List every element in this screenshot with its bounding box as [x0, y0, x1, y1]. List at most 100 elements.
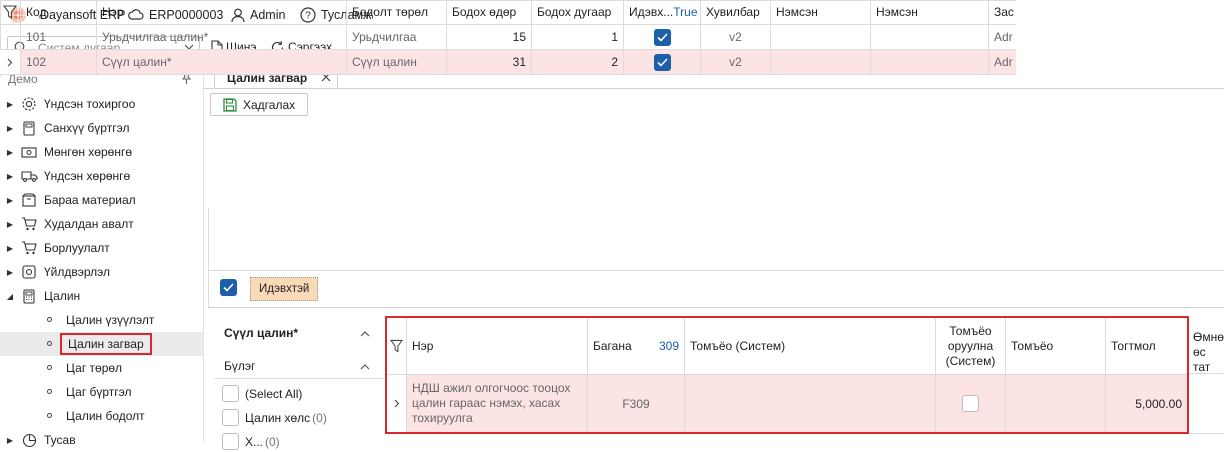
column-header-name[interactable]: Нэр: [97, 0, 347, 24]
expand-icon[interactable]: ▶: [0, 244, 20, 253]
cell-calc-type[interactable]: Урьдчилгаа: [347, 25, 447, 49]
cell-added-2[interactable]: [871, 25, 989, 49]
cell-calc-day[interactable]: 31: [447, 50, 532, 74]
column-header-calc-type[interactable]: Бодолт төрөл: [347, 0, 447, 24]
header-label: Томъёо оруулна (Систем): [945, 323, 996, 368]
sidebar-item-inventory[interactable]: ▶ Бараа материал: [0, 188, 203, 212]
column-header-formula[interactable]: Томъёо: [1006, 318, 1106, 374]
table-row-selected[interactable]: 102 Сүүл цалин* Сүүл цалин 31 2 v2 Adr: [0, 50, 1016, 75]
table-row-selected[interactable]: НДШ ажил олгогчоос тооцох цалин гараас н…: [387, 375, 1187, 432]
sidebar-item-label: Үндсэн тохиргоо: [44, 97, 136, 111]
option-select-all[interactable]: (Select All): [222, 385, 302, 402]
sidebar-item-reports[interactable]: ▶ Тусав: [0, 428, 203, 452]
checkbox[interactable]: [222, 409, 239, 426]
chevron-up-icon[interactable]: [360, 330, 370, 337]
sidebar-item-payroll[interactable]: ◢ Цалин: [0, 284, 203, 308]
column-header-formula-system[interactable]: Томъёо (Систем): [685, 318, 936, 374]
cell-version[interactable]: v2: [701, 25, 771, 49]
cell-column[interactable]: F309: [588, 375, 685, 432]
cell-calc-type[interactable]: Сүүл цалин: [347, 50, 447, 74]
expand-icon[interactable]: ▶: [0, 148, 20, 157]
save-button[interactable]: Хадгалах: [210, 93, 308, 116]
table-row[interactable]: 101 Урьдчилгаа цалин* Урьдчилгаа 15 1 v2…: [0, 25, 1016, 50]
cell-added-1[interactable]: [771, 50, 871, 74]
column-header-calc-no[interactable]: Бодох дугаар: [532, 0, 624, 24]
expand-icon[interactable]: ▶: [0, 100, 20, 109]
column-header-name[interactable]: Нэр: [407, 318, 588, 374]
cell-name[interactable]: НДШ ажил олгогчоос тооцох цалин гараас н…: [407, 375, 588, 432]
sidebar-item-settings[interactable]: ▶ Үндсэн тохиргоо: [0, 92, 203, 116]
checkbox-checked-icon[interactable]: [653, 53, 671, 71]
bullet-icon: [47, 317, 52, 322]
cell-last[interactable]: Adr: [989, 25, 1029, 49]
sidebar-item-production[interactable]: ▶ Үйлдвэрлэл: [0, 260, 203, 284]
sidebar: Демо ▶ Үндсэн тохиргоо ▶ Санхүү бүртгэл …: [0, 65, 204, 447]
expand-icon[interactable]: ▶: [0, 196, 20, 205]
column-header-calc-day[interactable]: Бодох өдөр: [447, 0, 532, 24]
cell-formula-include[interactable]: [936, 375, 1006, 432]
column-header-code[interactable]: Код: [21, 0, 97, 24]
cell-calc-no[interactable]: 2: [532, 50, 624, 74]
sidebar-subitem-label: Цалин бодолт: [66, 409, 145, 423]
cell-code[interactable]: 102: [21, 50, 97, 74]
filter-enable-checkbox[interactable]: [220, 279, 237, 296]
expand-icon[interactable]: ▶: [0, 268, 20, 277]
column-header-formula-include[interactable]: Томъёо оруулна (Систем): [936, 318, 1006, 374]
header-label: Томъёо: [1011, 339, 1054, 353]
filter-tag[interactable]: Идэвхтэй: [250, 277, 319, 301]
cell-name[interactable]: Урьдчилгаа цалин*: [97, 25, 347, 49]
sidebar-subitem-salary-template[interactable]: Цалин загвар: [0, 332, 203, 356]
sidebar-subitem-salary-indicator[interactable]: Цалин үзүүлэлт: [0, 308, 203, 332]
filter-icon[interactable]: [387, 318, 407, 374]
checkbox-checked-icon[interactable]: [653, 28, 671, 46]
option-salary[interactable]: Цалин хөлс (0): [222, 409, 327, 426]
sidebar-subitem-label: Цалин үзүүлэлт: [66, 313, 155, 327]
checkbox[interactable]: [222, 385, 239, 402]
column-header-active[interactable]: Идэвх... True: [624, 0, 701, 24]
expand-icon[interactable]: ▶: [0, 436, 20, 445]
header-label: Бодолт төрөл: [352, 5, 429, 19]
cell-version[interactable]: v2: [701, 50, 771, 74]
sidebar-subitem-time-type[interactable]: Цаг төрөл: [0, 356, 203, 380]
sidebar-item-label: Худалдан авалт: [44, 217, 134, 231]
expand-icon[interactable]: ▶: [0, 124, 20, 133]
checkbox[interactable]: [962, 395, 979, 412]
cell-calc-day[interactable]: 15: [447, 25, 532, 49]
cell-active[interactable]: [624, 25, 701, 49]
cell-formula[interactable]: [1006, 375, 1106, 432]
header-label: Хувилбар: [706, 5, 760, 19]
sidebar-item-sales[interactable]: ▶ Борлуулалт: [0, 236, 203, 260]
column-header-previous[interactable]: Өмнө өс тат: [1189, 316, 1224, 434]
cell-last[interactable]: Adr: [989, 50, 1029, 74]
cell-code[interactable]: 101: [21, 25, 97, 49]
chart-icon: [20, 432, 38, 448]
sidebar-item-fixed-assets[interactable]: ▶ Үндсэн хөрөнгө: [0, 164, 203, 188]
cell-calc-no[interactable]: 1: [532, 25, 624, 49]
collapse-icon[interactable]: ◢: [0, 292, 20, 301]
cell-name[interactable]: Сүүл цалин*: [97, 50, 347, 74]
cell-formula-system[interactable]: [685, 375, 936, 432]
sidebar-subitem-time-record[interactable]: Цаг бүртгэл: [0, 380, 203, 404]
sidebar-item-purchase[interactable]: ▶ Худалдан авалт: [0, 212, 203, 236]
column-header-column[interactable]: Багана 309: [588, 318, 685, 374]
option-label: (Select All): [245, 386, 303, 401]
column-header-version[interactable]: Хувилбар: [701, 0, 771, 24]
cell-active[interactable]: [624, 50, 701, 74]
header-label: Өмнө өс тат: [1193, 330, 1224, 374]
filter-icon[interactable]: [0, 0, 21, 24]
sidebar-item-finance[interactable]: ▶ Санхүү бүртгэл: [0, 116, 203, 140]
cell-added-2[interactable]: [871, 50, 989, 74]
sidebar-item-cash[interactable]: ▶ Мөнгөн хөрөнгө: [0, 140, 203, 164]
expand-icon[interactable]: ▶: [0, 220, 20, 229]
chevron-up-icon[interactable]: [360, 363, 370, 370]
cell-constant[interactable]: 5,000.00: [1106, 375, 1187, 432]
cell-added-1[interactable]: [771, 25, 871, 49]
column-header-added-2[interactable]: Нэмсэн: [871, 0, 989, 24]
group-label: Бүлэг: [224, 359, 256, 373]
sidebar-subitem-salary-calc[interactable]: Цалин бодолт: [0, 404, 203, 428]
column-header-constant[interactable]: Тогтмол: [1106, 318, 1187, 374]
expand-icon[interactable]: ▶: [0, 172, 20, 181]
column-header-last[interactable]: Зас: [989, 0, 1029, 24]
column-header-added-1[interactable]: Нэмсэн: [771, 0, 871, 24]
bullet-icon: [47, 413, 52, 418]
